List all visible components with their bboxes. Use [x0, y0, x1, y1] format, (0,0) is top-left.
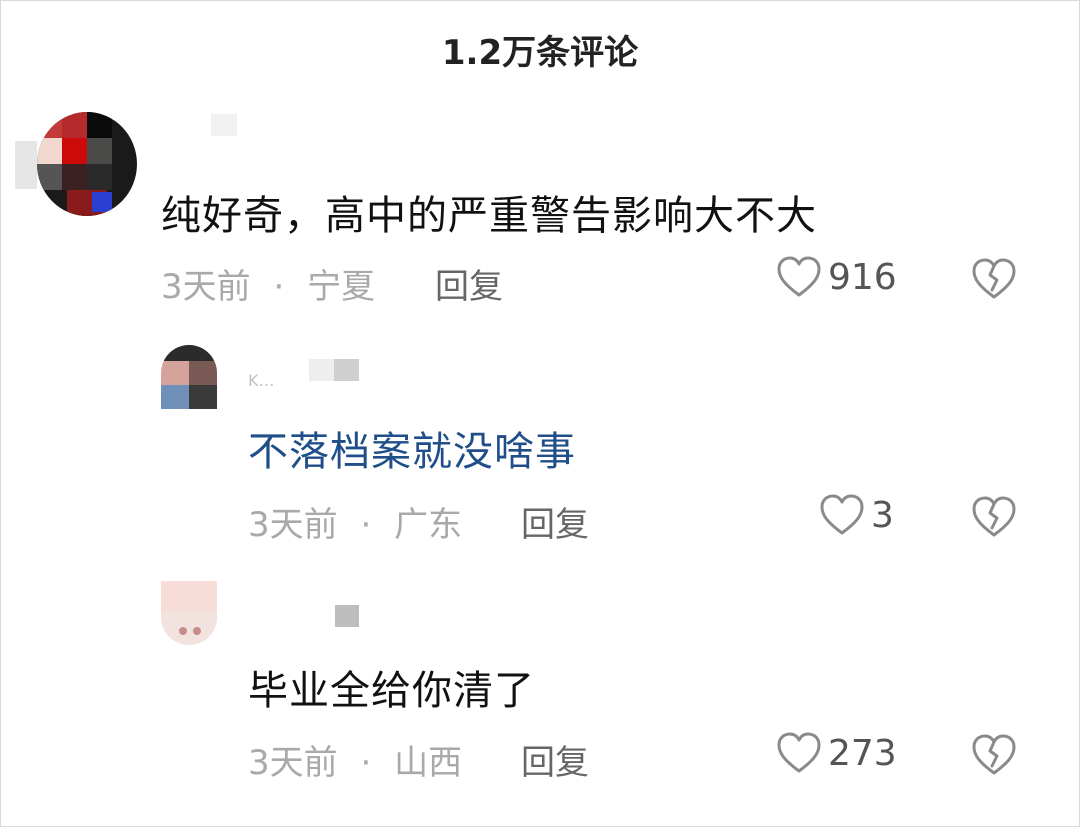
dislike-button[interactable]	[971, 495, 1017, 543]
like-button[interactable]: 916	[776, 255, 897, 299]
like-count: 273	[828, 732, 897, 774]
username-redacted	[309, 359, 359, 381]
comment-time: 3天前	[161, 267, 251, 307]
reply-button[interactable]: 回复	[521, 735, 589, 784]
like-button[interactable]: 3	[819, 493, 894, 537]
heart-outline-icon	[819, 493, 865, 537]
like-button[interactable]: 273	[776, 731, 897, 775]
comment-meta: 3天前 · 广东	[248, 497, 462, 546]
like-count: 916	[828, 256, 897, 298]
meta-separator: ·	[360, 743, 372, 783]
comment-time: 3天前	[248, 743, 338, 783]
broken-heart-icon	[971, 258, 1017, 305]
meta-separator: ·	[360, 505, 372, 545]
comment-time: 3天前	[248, 505, 338, 545]
comment-location: 山西	[394, 743, 463, 783]
avatar[interactable]	[161, 345, 217, 409]
username-redacted	[211, 114, 237, 136]
comment-text: 毕业全给你清了	[248, 668, 535, 714]
dislike-button[interactable]	[971, 257, 1017, 305]
comment-meta: 3天前 · 宁夏	[161, 259, 375, 308]
comment-location: 广东	[394, 505, 463, 545]
broken-heart-icon	[971, 496, 1017, 543]
heart-outline-icon	[776, 731, 822, 775]
reply-button[interactable]: 回复	[435, 259, 503, 308]
avatar[interactable]	[37, 112, 137, 216]
comments-panel: 1.2万条评论 纯好奇，高中的严重警告影响大不大 3天前 · 宁夏 回复 916…	[0, 0, 1080, 827]
dislike-button[interactable]	[971, 733, 1017, 781]
broken-heart-icon	[971, 734, 1017, 781]
heart-outline-icon	[776, 255, 822, 299]
username: K…	[248, 371, 275, 390]
comment-text: 纯好奇，高中的严重警告影响大不大	[161, 193, 817, 239]
username-redacted	[335, 605, 359, 627]
comment-location: 宁夏	[307, 267, 376, 307]
like-count: 3	[871, 494, 894, 536]
comment-meta: 3天前 · 山西	[248, 735, 462, 784]
avatar-edge-blur	[15, 141, 37, 189]
comments-count-title: 1.2万条评论	[441, 33, 639, 73]
avatar[interactable]	[161, 581, 217, 645]
meta-separator: ·	[273, 267, 285, 307]
reply-button[interactable]: 回复	[521, 497, 589, 546]
comment-text: 不落档案就没啥事	[248, 429, 576, 475]
